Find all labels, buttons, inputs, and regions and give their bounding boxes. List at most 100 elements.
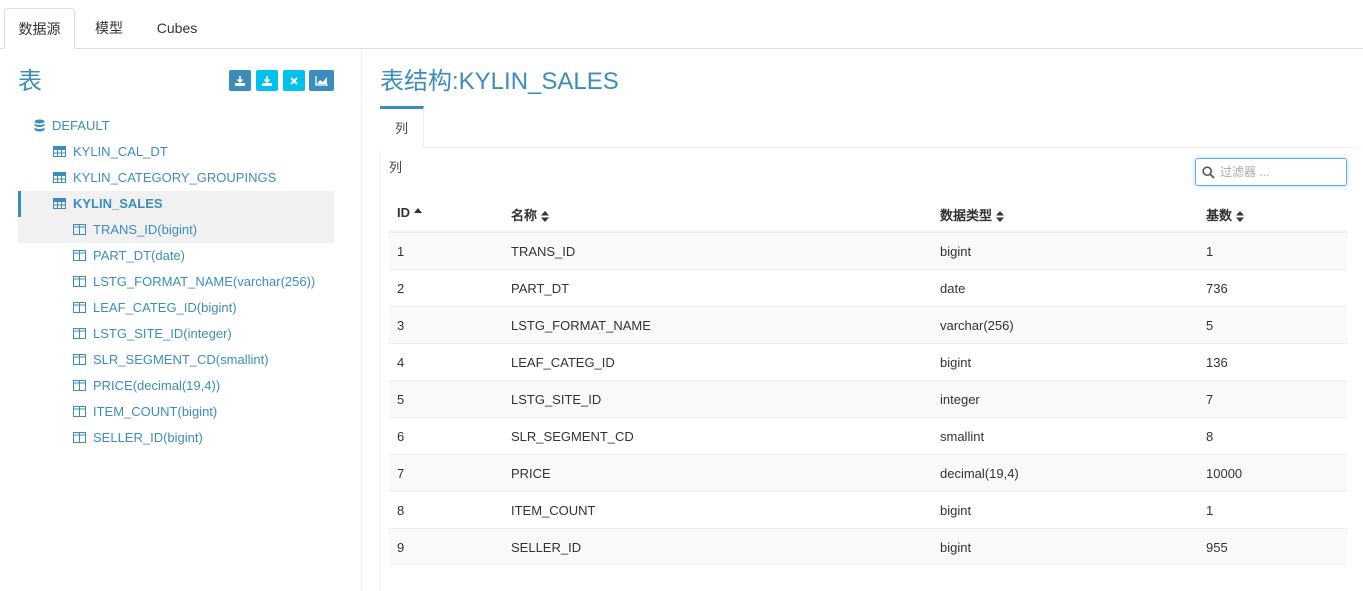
- load-table-button[interactable]: [229, 70, 251, 91]
- sort-icon: [1236, 211, 1245, 223]
- column-icon: [73, 302, 86, 313]
- chart-icon: [314, 76, 328, 86]
- header-id[interactable]: ID: [397, 205, 422, 220]
- column-label: TRANS_ID(bigint): [93, 222, 198, 237]
- column-icon: [73, 406, 86, 417]
- load-table-icon: [235, 75, 245, 86]
- header-data-type-label: 数据类型: [940, 208, 993, 223]
- tree-column[interactable]: LSTG_SITE_ID(integer): [72, 321, 332, 347]
- tree-column[interactable]: LSTG_FORMAT_NAME(varchar(256)): [72, 269, 332, 295]
- tables-panel: 表 DEFAULT KYLIN_CAL_DT KYLIN_CATEGORY_GR…: [0, 49, 362, 591]
- tree-column[interactable]: SLR_SEGMENT_CD(smallint): [72, 347, 332, 373]
- cell-name: SLR_SEGMENT_CD: [511, 429, 634, 444]
- filter-input[interactable]: [1220, 162, 1340, 182]
- cell-cardinality: 955: [1206, 540, 1228, 555]
- header-cardinality[interactable]: 基数: [1206, 205, 1245, 224]
- tree-column[interactable]: ITEM_COUNT(bigint): [72, 399, 332, 425]
- tree-column[interactable]: SELLER_ID(bigint): [72, 425, 332, 451]
- tables-title: 表: [18, 68, 42, 95]
- cell-id: 9: [397, 540, 405, 555]
- header-name-label: 名称: [511, 208, 538, 223]
- top-tab-bar: 数据源 模型 Cubes: [0, 0, 1363, 49]
- cell-name: ITEM_COUNT: [511, 503, 596, 518]
- table-icon: [53, 146, 66, 157]
- cell-id: 2: [397, 281, 405, 296]
- unload-table-icon: [290, 76, 298, 85]
- cell-name: PRICE: [511, 466, 551, 481]
- cell-name: TRANS_ID: [511, 244, 576, 259]
- database-label: DEFAULT: [52, 118, 110, 133]
- tree-table-kylin-sales[interactable]: KYLIN_SALES: [18, 191, 334, 217]
- cell-name: LSTG_SITE_ID: [511, 392, 602, 407]
- cell-type: bigint: [940, 540, 972, 555]
- sort-asc-icon: [414, 208, 422, 214]
- schema-sub-tabs: 列: [380, 106, 1357, 148]
- cell-cardinality: 136: [1206, 355, 1228, 370]
- column-label: PRICE(decimal(19,4)): [93, 378, 221, 393]
- tab-columns[interactable]: 列: [380, 106, 424, 148]
- column-label: LEAF_CATEG_ID(bigint): [93, 300, 237, 315]
- cell-type: date: [940, 281, 966, 296]
- cell-id: 8: [397, 503, 405, 518]
- tree-column[interactable]: PRICE(decimal(19,4)): [72, 373, 332, 399]
- table-label: KYLIN_SALES: [73, 196, 163, 211]
- tree-column[interactable]: LEAF_CATEG_ID(bigint): [72, 295, 332, 321]
- sort-icon: [996, 211, 1005, 223]
- columns-table: ID 名称 数据类型 基数 1 TRANS_ID bigint 1 2 PART…: [389, 195, 1347, 565]
- cell-id: 4: [397, 355, 405, 370]
- table-label: KYLIN_CAL_DT: [73, 144, 168, 159]
- column-label: SLR_SEGMENT_CD(smallint): [93, 352, 269, 367]
- cell-type: bigint: [940, 503, 972, 518]
- cell-cardinality: 8: [1206, 429, 1214, 444]
- table-row: 3 LSTG_FORMAT_NAME varchar(256) 5: [389, 306, 1347, 343]
- cell-cardinality: 1: [1206, 503, 1214, 518]
- column-icon: [73, 224, 86, 235]
- header-id-label: ID: [397, 205, 410, 220]
- table-icon: [53, 172, 66, 183]
- cell-type: bigint: [940, 244, 972, 259]
- column-icon: [73, 328, 86, 339]
- unload-table-button[interactable]: [283, 70, 305, 91]
- tree-table-kylin-cal-dt[interactable]: KYLIN_CAL_DT: [52, 139, 332, 165]
- cell-type: integer: [940, 392, 980, 407]
- cell-id: 3: [397, 318, 405, 333]
- table-row: 5 LSTG_SITE_ID integer 7: [389, 380, 1347, 417]
- tab-models[interactable]: 模型: [80, 8, 138, 49]
- table-row: 4 LEAF_CATEG_ID bigint 136: [389, 343, 1347, 380]
- sample-chart-button[interactable]: [309, 70, 334, 91]
- header-cardinality-label: 基数: [1206, 208, 1233, 223]
- column-label: SELLER_ID(bigint): [93, 430, 203, 445]
- tree-column[interactable]: TRANS_ID(bigint): [72, 217, 332, 243]
- cell-id: 1: [397, 244, 405, 259]
- load-from-tree-button[interactable]: [256, 70, 278, 91]
- cell-cardinality: 5: [1206, 318, 1214, 333]
- tree-table-kylin-category-groupings[interactable]: KYLIN_CATEGORY_GROUPINGS: [52, 165, 332, 191]
- cell-name: LEAF_CATEG_ID: [511, 355, 615, 370]
- cell-type: varchar(256): [940, 318, 1014, 333]
- column-icon: [73, 380, 86, 391]
- cell-id: 7: [397, 466, 405, 481]
- tree-database-default[interactable]: DEFAULT: [32, 113, 332, 139]
- tree-column[interactable]: PART_DT(date): [72, 243, 332, 269]
- header-name[interactable]: 名称: [511, 205, 550, 224]
- table-icon: [53, 198, 66, 209]
- table-row: 1 TRANS_ID bigint 1: [389, 232, 1347, 269]
- sort-icon: [541, 211, 550, 223]
- tab-cubes[interactable]: Cubes: [144, 8, 210, 49]
- table-row: 7 PRICE decimal(19,4) 10000: [389, 454, 1347, 491]
- cell-cardinality: 1: [1206, 244, 1214, 259]
- column-label: LSTG_SITE_ID(integer): [93, 326, 232, 341]
- header-data-type[interactable]: 数据类型: [940, 205, 1005, 224]
- cell-name: PART_DT: [511, 281, 570, 296]
- table-row: 9 SELLER_ID bigint 955: [389, 528, 1347, 565]
- cell-cardinality: 10000: [1206, 466, 1243, 481]
- cell-name: SELLER_ID: [511, 540, 582, 555]
- column-icon: [73, 354, 86, 365]
- column-label: ITEM_COUNT(bigint): [93, 404, 218, 419]
- filter-field[interactable]: [1195, 158, 1347, 186]
- columns-section-label: 列: [389, 160, 403, 175]
- table-header: ID 名称 数据类型 基数: [389, 195, 1347, 232]
- table-row: 8 ITEM_COUNT bigint 1: [389, 491, 1347, 528]
- search-icon: [1202, 166, 1215, 179]
- tab-data-source[interactable]: 数据源: [4, 8, 75, 49]
